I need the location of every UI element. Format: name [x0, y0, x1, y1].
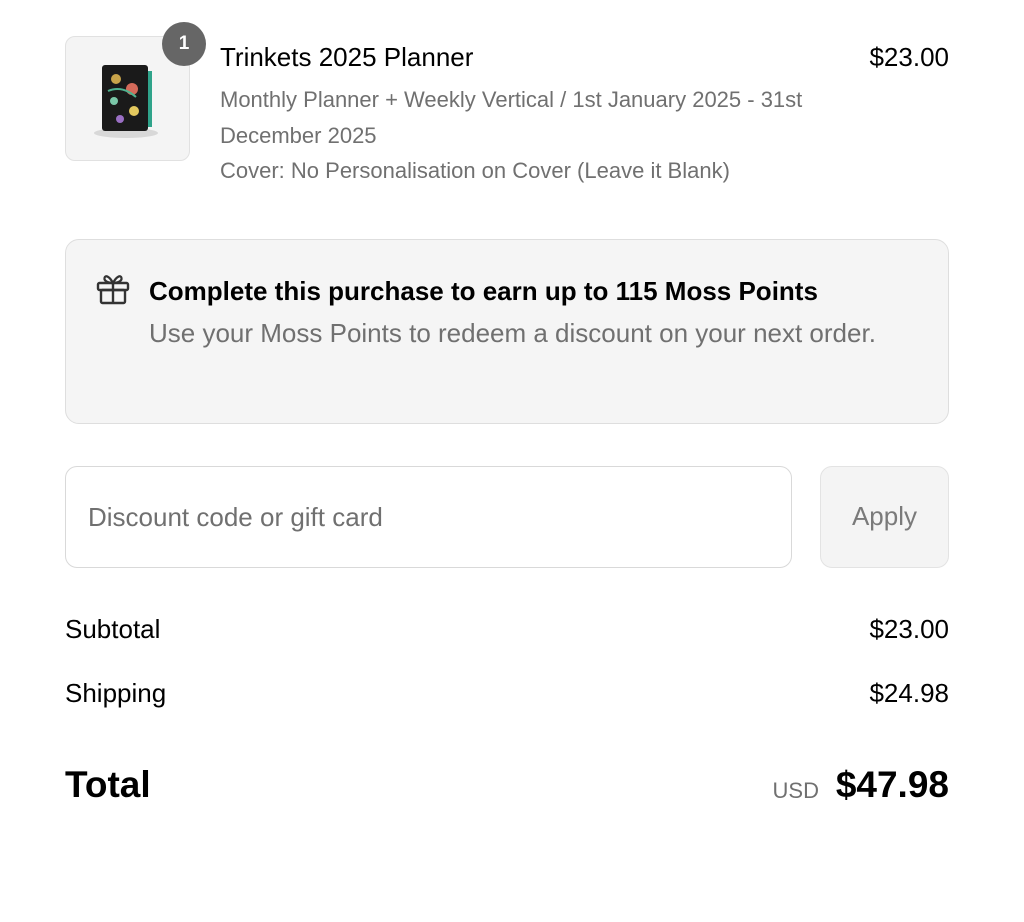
- subtotal-row: Subtotal $23.00: [65, 614, 949, 646]
- shipping-value: $24.98: [869, 678, 949, 708]
- product-variant: Monthly Planner + Weekly Vertical / 1st …: [220, 87, 803, 148]
- discount-code-input[interactable]: [65, 466, 792, 568]
- product-title: Trinkets 2025 Planner: [220, 42, 474, 72]
- gift-icon: [96, 275, 130, 305]
- subtotal-value: $23.00: [869, 614, 949, 644]
- rewards-title: Complete this purchase to earn up to 115…: [149, 276, 818, 306]
- planner-thumbnail-icon: [94, 65, 158, 138]
- line-item: 1 Trinkets 2025 Planner $23.00 Monthly P…: [65, 22, 949, 196]
- rewards-description: Use your Moss Points to redeem a discoun…: [149, 318, 876, 348]
- quantity-badge: 1: [162, 22, 206, 66]
- rewards-banner: Complete this purchase to earn up to 115…: [65, 239, 949, 424]
- total-value: $47.98: [835, 764, 949, 805]
- shipping-row: Shipping $24.98: [65, 678, 949, 710]
- apply-button[interactable]: Apply: [820, 466, 949, 568]
- product-cover-option: Cover: No Personalisation on Cover (Leav…: [220, 158, 730, 183]
- total-label: Total: [65, 764, 151, 805]
- total-row: Total USD $47.98: [65, 764, 949, 810]
- order-summary: 1 Trinkets 2025 Planner $23.00 Monthly P…: [0, 0, 1024, 922]
- product-price: $23.00: [869, 42, 949, 72]
- subtotal-label: Subtotal: [65, 614, 161, 644]
- shipping-label: Shipping: [65, 678, 167, 708]
- currency-code: USD: [772, 778, 819, 803]
